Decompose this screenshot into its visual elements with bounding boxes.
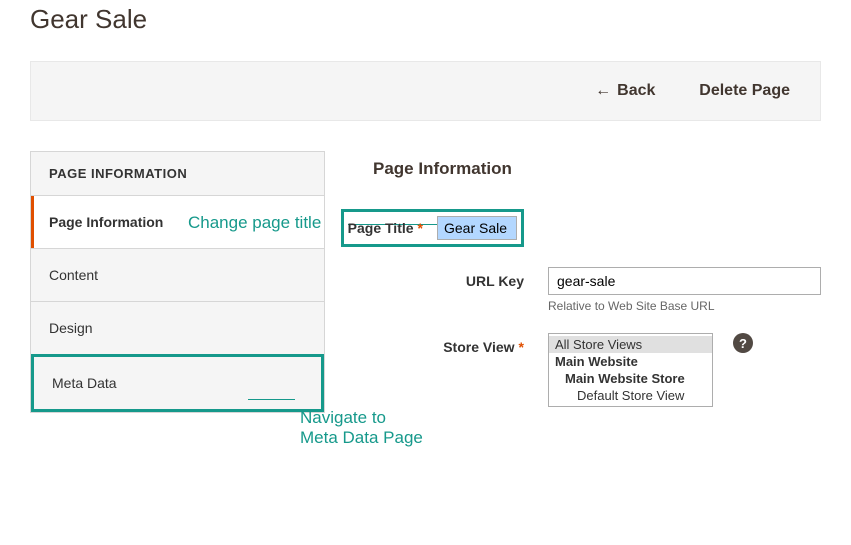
store-view-label: Store View — [443, 339, 514, 355]
form-content: Page Information Page Title* URL Key Rel… — [325, 151, 821, 421]
page-title-label: Page Title — [348, 220, 414, 236]
store-view-option-main-website-store[interactable]: Main Website Store — [549, 370, 712, 387]
row-store-view: Store View * All Store Views Main Website… — [373, 333, 821, 407]
url-key-label: URL Key — [373, 267, 548, 289]
url-key-input[interactable] — [548, 267, 821, 295]
page-title-label-cell: Page Title* — [373, 209, 548, 247]
back-button-label: Back — [617, 82, 655, 99]
row-page-title: Page Title* — [373, 209, 821, 247]
annotation-navigate-meta: Navigate to Meta Data Page — [300, 408, 423, 448]
arrow-left-icon: ← — [595, 82, 611, 99]
tab-design[interactable]: Design — [31, 301, 324, 354]
section-title: Page Information — [373, 151, 821, 179]
required-marker: * — [418, 220, 423, 236]
tab-meta-data[interactable]: Meta Data — [31, 354, 324, 412]
help-icon[interactable]: ? — [733, 333, 753, 353]
sidebar-heading: PAGE INFORMATION — [30, 151, 325, 195]
page-title-highlight: Page Title* — [341, 209, 524, 247]
row-url-key: URL Key Relative to Web Site Base URL — [373, 267, 821, 313]
store-view-option-default[interactable]: Default Store View — [549, 387, 712, 404]
url-key-helper: Relative to Web Site Base URL — [548, 299, 821, 313]
page-title-input[interactable] — [437, 216, 517, 240]
sidebar: PAGE INFORMATION Page Information Conten… — [30, 151, 325, 421]
back-button[interactable]: ← Back — [595, 82, 655, 100]
action-bar: ← Back Delete Page — [30, 61, 821, 121]
tab-content[interactable]: Content — [31, 248, 324, 301]
annotation-line-bottom — [248, 399, 295, 400]
required-marker: * — [519, 339, 524, 355]
page-title: Gear Sale — [0, 0, 851, 45]
store-view-option-main-website[interactable]: Main Website — [549, 353, 712, 370]
delete-page-button[interactable]: Delete Page — [699, 82, 790, 100]
store-view-option-all[interactable]: All Store Views — [549, 336, 712, 353]
store-view-select[interactable]: All Store Views Main Website Main Websit… — [548, 333, 713, 407]
annotation-change-title: Change page title — [188, 213, 321, 233]
